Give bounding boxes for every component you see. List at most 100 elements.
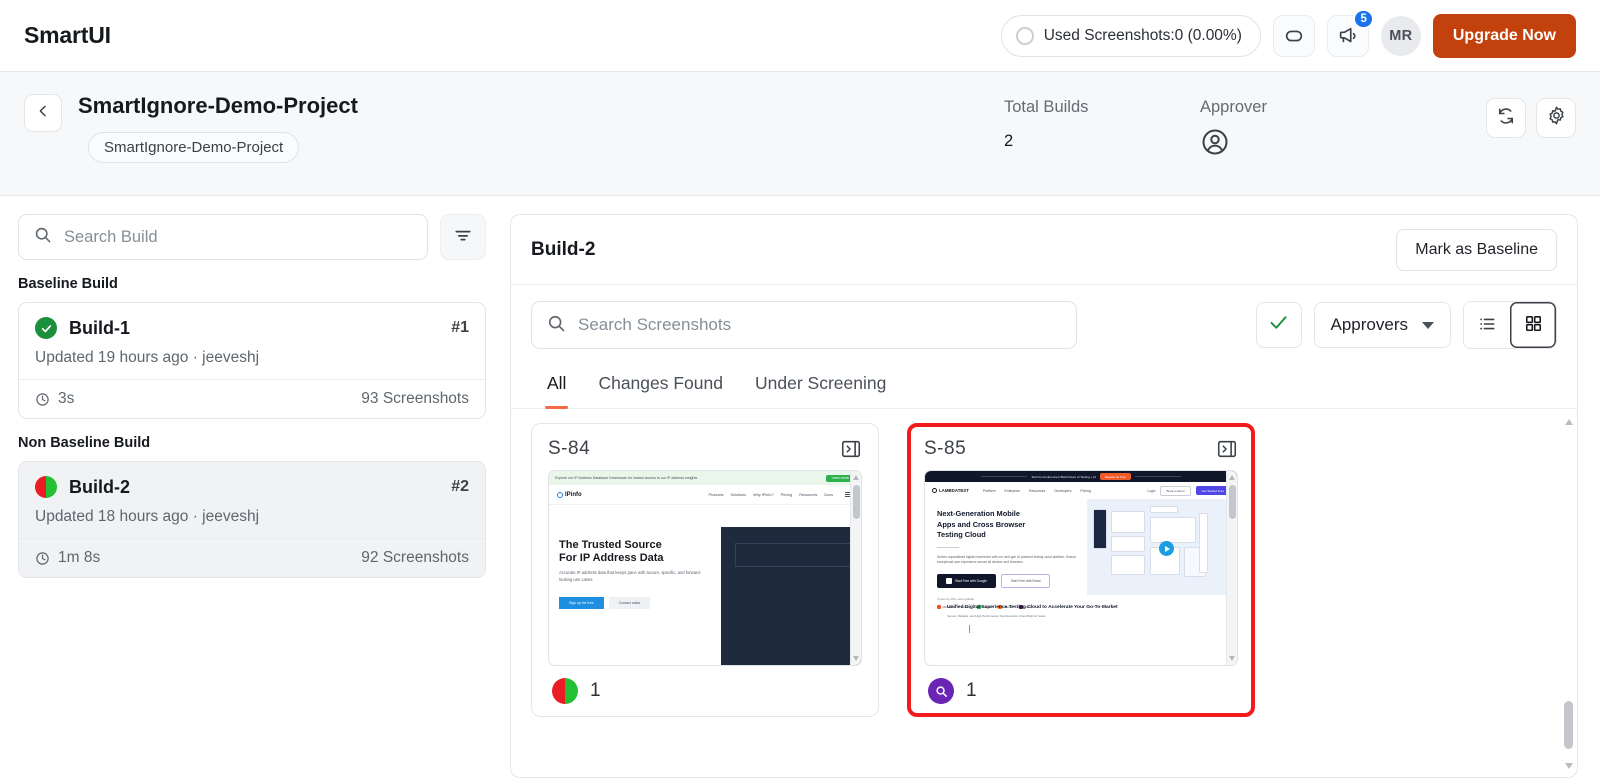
avatar[interactable]: MR <box>1380 15 1421 56</box>
settings-button[interactable] <box>1536 98 1576 138</box>
ipinfo-pin-icon <box>557 491 563 498</box>
grid-scrollbar[interactable] <box>1562 417 1575 777</box>
ipinfo-signup-button: Sign up for free <box>559 596 604 609</box>
ipinfo-dark-panel <box>721 527 861 665</box>
tab-under-screening[interactable]: Under Screening <box>739 363 902 408</box>
total-builds-label: Total Builds <box>1004 98 1089 116</box>
back-button[interactable] <box>24 94 62 132</box>
divider <box>937 546 959 548</box>
lt-nav-item: Pricing <box>1080 488 1091 493</box>
lt-nav-item: Platform <box>982 488 996 493</box>
view-toggle <box>1463 301 1557 349</box>
lambdatest-hero-copy: Next-Generation Mobile Apps and Cross Br… <box>925 499 1087 609</box>
screenshot-grid: S-84 Explore our IP Address Database Dow… <box>531 423 1557 717</box>
thumbnail-scrollbar[interactable] <box>850 471 861 665</box>
tab-all[interactable]: All <box>531 363 582 409</box>
build-card-title-row: Build-2 #2 <box>35 476 469 498</box>
ipinfo-logo-text: IPinfo <box>565 491 582 498</box>
scroll-thumb[interactable] <box>853 485 860 519</box>
lt-paragraph: Deliver unparalleled digital experience … <box>937 554 1077 564</box>
toolbar-right: Approvers <box>1255 301 1557 349</box>
build-card-build-1[interactable]: Build-1 #1 Updated 19 hours ago · jeeves… <box>18 302 486 419</box>
lt-trust-text: Trusted by 2M+ users globally <box>937 596 975 601</box>
screenshot-thumbnail-s-85[interactable]: Test No Conference's Bold Future of Test… <box>924 470 1238 666</box>
ipinfo-logo: IPinfo <box>557 491 582 498</box>
megaphone-icon <box>1337 25 1359 47</box>
grid-view-button[interactable] <box>1510 302 1556 348</box>
approvers-dropdown[interactable]: Approvers <box>1313 302 1451 348</box>
ipinfo-paragraph: Accurate IP address data that keeps pace… <box>559 570 702 582</box>
mark-as-baseline-button[interactable]: Mark as Baseline <box>1396 228 1557 271</box>
grid-view-icon <box>1524 314 1543 336</box>
ipinfo-nav-item: Resources <box>799 492 818 497</box>
lt-logo-text: LAMBDATEST <box>939 488 969 493</box>
upgrade-now-button[interactable]: Upgrade Now <box>1432 13 1576 58</box>
panel-expand-icon[interactable] <box>1216 438 1238 460</box>
approve-all-button[interactable] <box>1255 302 1302 348</box>
chevron-left-icon <box>35 103 51 124</box>
total-builds-stat: Total Builds 2 <box>1004 98 1088 151</box>
panel-expand-icon[interactable] <box>840 438 862 460</box>
thumbnail-scrollbar[interactable] <box>1226 471 1237 665</box>
lt-nav-item: Enterprise <box>1004 488 1021 493</box>
search-screenshots-input[interactable] <box>578 315 1062 335</box>
search-icon <box>546 313 566 338</box>
ipinfo-banner: Explore our IP Address Database Download… <box>549 471 861 485</box>
project-header-actions <box>1486 98 1576 138</box>
card-count: 1 <box>590 680 601 701</box>
panel-header: Build-2 Mark as Baseline <box>511 215 1577 285</box>
project-chip: SmartIgnore-Demo-Project <box>88 132 300 164</box>
usage-ring-icon <box>1015 26 1034 45</box>
app-brand: SmartUI <box>24 22 111 48</box>
approvers-label: Approvers <box>1330 315 1408 334</box>
search-build-input[interactable] <box>64 227 413 247</box>
build-card-footer: 1m 8s 92 Screenshots <box>19 538 485 577</box>
scroll-thumb[interactable] <box>1229 485 1236 519</box>
illus-panel <box>1199 513 1209 573</box>
lt-nav-item: Developers <box>1054 488 1072 493</box>
lt-headline-3: Testing Cloud <box>937 530 986 540</box>
scroll-up-icon <box>853 475 859 480</box>
announcements-button[interactable]: 5 <box>1326 8 1374 57</box>
ipinfo-headline-1: The Trusted Source <box>559 539 662 551</box>
screenshot-thumbnail-s-84[interactable]: Explore our IP Address Database Download… <box>548 470 862 666</box>
ipinfo-contact-button: Contact sales <box>608 596 651 609</box>
page-title: SmartIgnore-Demo-Project <box>78 93 358 118</box>
search-icon <box>33 225 52 249</box>
refresh-icon <box>1496 106 1516 131</box>
illus-panel <box>1093 509 1108 549</box>
build-number: #1 <box>451 319 469 336</box>
filter-button[interactable] <box>440 214 486 260</box>
top-bar: SmartUI Used Screenshots:0 (0.00%) 5 MR … <box>0 0 1600 72</box>
illus-panel <box>1111 511 1146 533</box>
lt-footer-sub: Secure, Reliable, and High Performance T… <box>947 614 1046 618</box>
card-count: 1 <box>966 680 977 701</box>
build-duration: 3s <box>58 390 75 407</box>
approver-label: Approver <box>1200 98 1267 116</box>
build-name: Build-1 <box>69 317 130 338</box>
check-icon <box>1268 312 1289 338</box>
used-screenshots-pill: Used Screenshots:0 (0.00%) <box>1000 14 1261 57</box>
lambdatest-nav-links: Platform Enterprise Resources Developers… <box>983 489 1091 493</box>
list-view-button[interactable] <box>1464 302 1510 348</box>
total-builds-value: 2 <box>1004 132 1014 150</box>
scroll-up-icon[interactable] <box>1564 419 1573 425</box>
search-build-box[interactable] <box>18 214 428 260</box>
clock-icon <box>35 551 50 566</box>
card-header: S-84 <box>548 438 862 460</box>
build-detail-panel: Build-2 Mark as Baseline Search Screensh… <box>510 214 1578 778</box>
build-card-build-2[interactable]: Build-2 #2 Updated 18 hours ago · jeeves… <box>18 461 486 578</box>
scroll-thumb[interactable] <box>1564 701 1573 749</box>
tab-changes-found[interactable]: Changes Found <box>582 363 739 408</box>
panel-build-title: Build-2 <box>531 238 596 260</box>
screenshot-card-s-85[interactable]: S-85 Test No Conference's Bold Future of… <box>907 423 1255 717</box>
screenshot-card-s-84[interactable]: S-84 Explore our IP Address Database Dow… <box>531 423 879 717</box>
scroll-down-icon[interactable] <box>1564 763 1573 769</box>
search-screenshots-box[interactable] <box>531 301 1077 349</box>
link-button[interactable] <box>1272 14 1315 57</box>
refresh-button[interactable] <box>1486 98 1526 138</box>
ipinfo-nav-links: Products Solutions Why IPinfo? Pricing R… <box>708 491 853 498</box>
ipinfo-hero-visual <box>711 505 861 665</box>
lt-footer-title: Unified Digital Experience Testing Cloud… <box>947 605 1118 610</box>
lambdatest-hero: Next-Generation Mobile Apps and Cross Br… <box>925 499 1237 609</box>
